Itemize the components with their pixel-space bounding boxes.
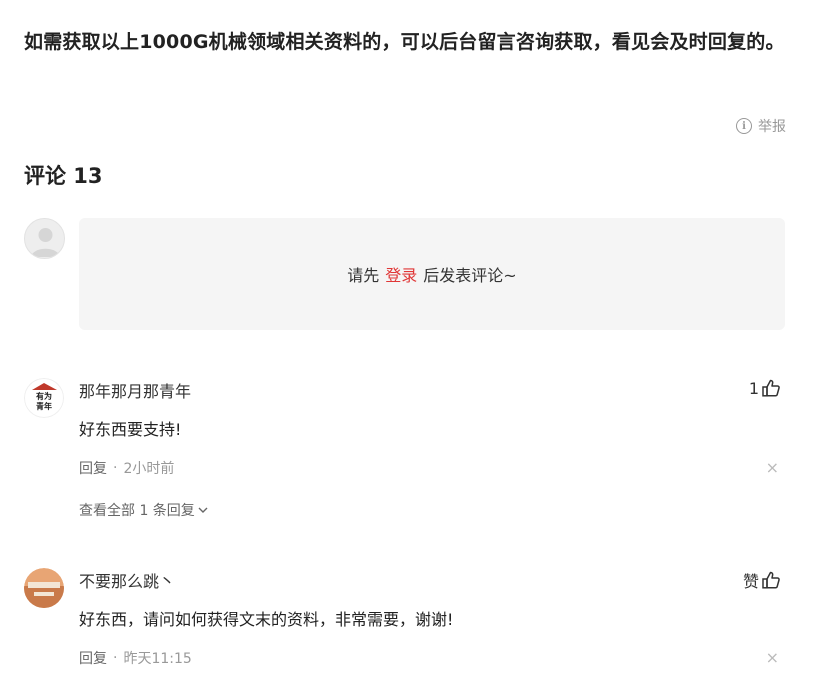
- avatar[interactable]: 有为 青年: [24, 378, 64, 418]
- meta-separator: ·: [113, 460, 118, 476]
- comment-time: 昨天11:15: [123, 651, 192, 667]
- like-count: 1: [748, 378, 759, 398]
- view-all-replies-label: 查看全部 1 条回复: [79, 503, 195, 519]
- comment-login-box[interactable]: 请先 登录 后发表评论~: [79, 218, 785, 330]
- comment-meta: 回复 · 昨天11:15: [79, 648, 192, 668]
- report-button[interactable]: i 举报: [736, 116, 786, 136]
- thumbs-up-icon: [762, 571, 780, 589]
- comment-author[interactable]: 不要那么跳丶: [79, 568, 175, 592]
- svg-text:有为: 有为: [36, 391, 52, 401]
- avatar[interactable]: [24, 568, 64, 608]
- comment-text: 好东西要支持!: [79, 420, 182, 439]
- close-icon[interactable]: ×: [766, 648, 779, 667]
- article-text: 如需获取以上1000G机械领域相关资料的，可以后台留言咨询获取，看见会及时回复的…: [24, 31, 785, 53]
- comment-meta: 回复 · 2小时前: [79, 458, 174, 478]
- comment-time: 2小时前: [123, 461, 175, 477]
- comments-title: 评论 13: [24, 164, 103, 188]
- thumbs-up-icon: [762, 379, 780, 397]
- reply-button[interactable]: 回复: [79, 648, 107, 668]
- default-avatar-icon: [31, 228, 60, 257]
- svg-text:青年: 青年: [36, 401, 52, 411]
- close-icon[interactable]: ×: [766, 458, 779, 477]
- meta-separator: ·: [113, 650, 118, 666]
- chevron-down-icon: [198, 507, 208, 513]
- comment-item: 不要那么跳丶 赞 好东西，请问如何获得文末的资料，非常需要，谢谢! 回复 · 昨…: [24, 568, 784, 678]
- login-prompt-prefix: 请先: [347, 266, 380, 285]
- comment-author[interactable]: 那年那月那青年: [79, 378, 191, 402]
- reply-button[interactable]: 回复: [79, 458, 107, 478]
- current-user-avatar: [24, 218, 65, 259]
- like-button[interactable]: 1: [749, 378, 781, 398]
- login-prompt-suffix: 后发表评论~: [423, 266, 517, 285]
- comment-text: 好东西，请问如何获得文末的资料，非常需要，谢谢!: [79, 610, 454, 629]
- like-button[interactable]: 赞: [743, 568, 781, 592]
- info-icon: i: [736, 118, 752, 134]
- login-link[interactable]: 登录: [385, 262, 417, 286]
- view-all-replies-button[interactable]: 查看全部 1 条回复: [79, 500, 209, 520]
- report-label: 举报: [758, 119, 786, 135]
- like-label: 赞: [742, 572, 759, 591]
- comment-item: 有为 青年 那年那月那青年 1 好东西要支持! 回复 · 2小时前 × 查看全部…: [24, 378, 784, 528]
